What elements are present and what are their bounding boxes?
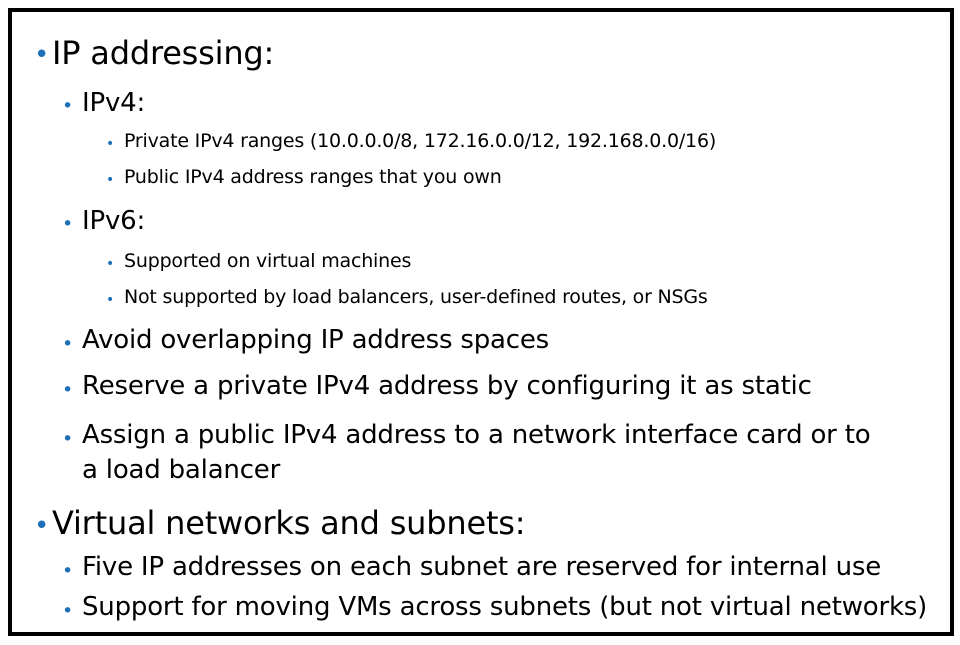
bullet-icon: • [34,511,50,541]
bullet-icon: • [62,560,74,582]
slide-frame: • IP addressing: • IPv4: • Private IPv4 … [8,8,954,636]
bullet-icon: • [62,333,74,355]
bullet-icon: • [62,600,74,622]
bullet-icon: • [106,292,115,308]
list-item-avoid-overlapping: Avoid overlapping IP address spaces [82,325,550,355]
bullet-icon: • [62,95,74,117]
list-item-assign-public-ipv4: Assign a public IPv4 address to a networ… [82,420,871,450]
list-item-public-ipv4-ranges: Public IPv4 address ranges that you own [124,166,502,188]
list-item-assign-public-ipv4-continuation: a load balancer [82,455,281,485]
bullet-icon: • [106,136,115,152]
bullet-icon: • [62,428,74,450]
list-item-ipv6-not-supported: Not supported by load balancers, user-de… [124,286,708,308]
list-item-five-ip-reserved: Five IP addresses on each subnet are res… [82,552,882,582]
bullet-icon: • [62,213,74,235]
bullet-icon: • [34,40,50,70]
heading-virtual-networks: Virtual networks and subnets: [52,504,526,542]
heading-ip-addressing: IP addressing: [52,34,275,72]
bullet-icon: • [62,379,74,401]
bullet-icon: • [106,172,115,188]
bullet-icon: • [106,256,115,272]
subheading-ipv6: IPv6: [82,206,146,236]
list-item-moving-vms: Support for moving VMs across subnets (b… [82,592,928,622]
list-item-private-ipv4-ranges: Private IPv4 ranges (10.0.0.0/8, 172.16.… [124,130,717,152]
subheading-ipv4: IPv4: [82,88,146,118]
list-item-ipv6-supported: Supported on virtual machines [124,250,412,272]
list-item-reserve-private-ipv4: Reserve a private IPv4 address by config… [82,371,812,401]
